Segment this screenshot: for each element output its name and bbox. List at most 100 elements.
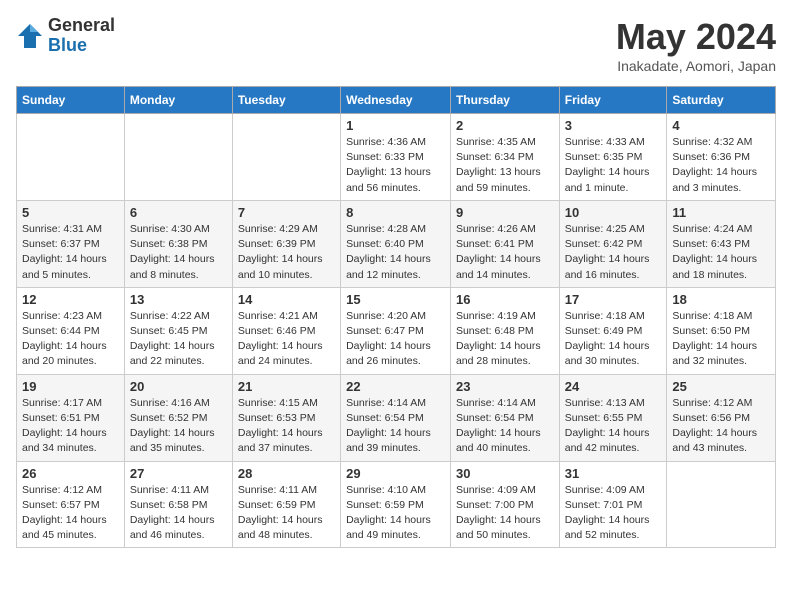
day-info: Sunrise: 4:36 AMSunset: 6:33 PMDaylight:… [346, 135, 445, 196]
day-info: Sunrise: 4:14 AMSunset: 6:54 PMDaylight:… [456, 396, 554, 457]
day-info: Sunrise: 4:30 AMSunset: 6:38 PMDaylight:… [130, 222, 227, 283]
day-number: 6 [130, 205, 227, 220]
day-number: 28 [238, 466, 335, 481]
day-number: 7 [238, 205, 335, 220]
day-info: Sunrise: 4:11 AMSunset: 6:59 PMDaylight:… [238, 483, 335, 544]
day-info: Sunrise: 4:31 AMSunset: 6:37 PMDaylight:… [22, 222, 119, 283]
calendar-cell: 12 Sunrise: 4:23 AMSunset: 6:44 PMDayligh… [17, 287, 125, 374]
calendar-cell: 11Sunrise: 4:24 AMSunset: 6:43 PMDayligh… [667, 200, 776, 287]
day-number: 18 [672, 292, 770, 307]
day-info: Sunrise: 4:21 AMSunset: 6:46 PMDaylight:… [238, 309, 335, 370]
calendar-cell [124, 114, 232, 201]
day-info: Sunrise: 4:13 AMSunset: 6:55 PMDaylight:… [565, 396, 662, 457]
weekday-header: Wednesday [341, 87, 451, 114]
weekday-header: Thursday [450, 87, 559, 114]
page-header: General Blue May 2024 Inakadate, Aomori,… [16, 16, 776, 74]
day-number: 29 [346, 466, 445, 481]
calendar-cell: 22 Sunrise: 4:14 AMSunset: 6:54 PMDayligh… [341, 374, 451, 461]
day-info: Sunrise: 4:18 AMSunset: 6:50 PMDaylight:… [672, 309, 770, 370]
calendar-cell: 19Sunrise: 4:17 AMSunset: 6:51 PMDayligh… [17, 374, 125, 461]
day-info: Sunrise: 4:09 AMSunset: 7:00 PMDaylight:… [456, 483, 554, 544]
day-info: Sunrise: 4:14 AMSunset: 6:54 PMDaylight:… [346, 396, 445, 457]
day-number: 26 [22, 466, 119, 481]
calendar-cell: 24Sunrise: 4:13 AMSunset: 6:55 PMDayligh… [559, 374, 667, 461]
day-info: Sunrise: 4:22 AMSunset: 6:45 PMDaylight:… [130, 309, 227, 370]
day-info: Sunrise: 4:10 AMSunset: 6:59 PMDaylight:… [346, 483, 445, 544]
day-number: 16 [456, 292, 554, 307]
calendar-week-row: 12 Sunrise: 4:23 AMSunset: 6:44 PMDayligh… [17, 287, 776, 374]
day-info: Sunrise: 4:35 AMSunset: 6:34 PMDaylight:… [456, 135, 554, 196]
day-number: 12 [22, 292, 119, 307]
calendar-cell: 29 Sunrise: 4:10 AMSunset: 6:59 PMDayligh… [341, 461, 451, 548]
day-info: Sunrise: 4:12 AMSunset: 6:56 PMDaylight:… [672, 396, 770, 457]
month-title: May 2024 [616, 16, 776, 58]
day-info: Sunrise: 4:33 AMSunset: 6:35 PMDaylight:… [565, 135, 662, 196]
calendar-cell: 26 Sunrise: 4:12 AMSunset: 6:57 PMDayligh… [17, 461, 125, 548]
day-number: 17 [565, 292, 662, 307]
day-number: 22 [346, 379, 445, 394]
weekday-header: Friday [559, 87, 667, 114]
calendar-cell: 21Sunrise: 4:15 AMSunset: 6:53 PMDayligh… [232, 374, 340, 461]
day-info: Sunrise: 4:11 AMSunset: 6:58 PMDaylight:… [130, 483, 227, 544]
day-info: Sunrise: 4:28 AMSunset: 6:40 PMDaylight:… [346, 222, 445, 283]
day-info: Sunrise: 4:24 AMSunset: 6:43 PMDaylight:… [672, 222, 770, 283]
day-info: Sunrise: 4:16 AMSunset: 6:52 PMDaylight:… [130, 396, 227, 457]
calendar-cell: 1 Sunrise: 4:36 AMSunset: 6:33 PMDaylight… [341, 114, 451, 201]
day-number: 3 [565, 118, 662, 133]
calendar-cell: 28 Sunrise: 4:11 AMSunset: 6:59 PMDayligh… [232, 461, 340, 548]
day-info: Sunrise: 4:25 AMSunset: 6:42 PMDaylight:… [565, 222, 662, 283]
calendar-table: SundayMondayTuesdayWednesdayThursdayFrid… [16, 86, 776, 548]
calendar-cell: 14 Sunrise: 4:21 AMSunset: 6:46 PMDayligh… [232, 287, 340, 374]
weekday-header: Saturday [667, 87, 776, 114]
calendar-cell: 6 Sunrise: 4:30 AMSunset: 6:38 PMDaylight… [124, 200, 232, 287]
calendar-cell: 2 Sunrise: 4:35 AMSunset: 6:34 PMDaylight… [450, 114, 559, 201]
weekday-header: Sunday [17, 87, 125, 114]
calendar-week-row: 19Sunrise: 4:17 AMSunset: 6:51 PMDayligh… [17, 374, 776, 461]
day-info: Sunrise: 4:18 AMSunset: 6:49 PMDaylight:… [565, 309, 662, 370]
location-text: Inakadate, Aomori, Japan [616, 58, 776, 74]
calendar-cell [232, 114, 340, 201]
calendar-week-row: 26 Sunrise: 4:12 AMSunset: 6:57 PMDayligh… [17, 461, 776, 548]
day-number: 31 [565, 466, 662, 481]
calendar-cell: 7 Sunrise: 4:29 AMSunset: 6:39 PMDaylight… [232, 200, 340, 287]
calendar-cell: 27 Sunrise: 4:11 AMSunset: 6:58 PMDayligh… [124, 461, 232, 548]
weekday-header: Monday [124, 87, 232, 114]
day-info: Sunrise: 4:26 AMSunset: 6:41 PMDaylight:… [456, 222, 554, 283]
day-number: 8 [346, 205, 445, 220]
calendar-cell: 5 Sunrise: 4:31 AMSunset: 6:37 PMDaylight… [17, 200, 125, 287]
day-number: 2 [456, 118, 554, 133]
calendar-cell [17, 114, 125, 201]
calendar-cell: 15Sunrise: 4:20 AMSunset: 6:47 PMDayligh… [341, 287, 451, 374]
logo-general-text: General [48, 16, 115, 36]
calendar-cell: 18 Sunrise: 4:18 AMSunset: 6:50 PMDayligh… [667, 287, 776, 374]
calendar-cell: 20 Sunrise: 4:16 AMSunset: 6:52 PMDayligh… [124, 374, 232, 461]
calendar-cell: 31 Sunrise: 4:09 AMSunset: 7:01 PMDayligh… [559, 461, 667, 548]
day-info: Sunrise: 4:29 AMSunset: 6:39 PMDaylight:… [238, 222, 335, 283]
logo-blue-text: Blue [48, 36, 115, 56]
calendar-cell: 23 Sunrise: 4:14 AMSunset: 6:54 PMDayligh… [450, 374, 559, 461]
weekday-header: Tuesday [232, 87, 340, 114]
day-number: 14 [238, 292, 335, 307]
day-info: Sunrise: 4:23 AMSunset: 6:44 PMDaylight:… [22, 309, 119, 370]
title-block: May 2024 Inakadate, Aomori, Japan [616, 16, 776, 74]
day-number: 23 [456, 379, 554, 394]
day-number: 30 [456, 466, 554, 481]
day-info: Sunrise: 4:19 AMSunset: 6:48 PMDaylight:… [456, 309, 554, 370]
day-number: 5 [22, 205, 119, 220]
day-number: 27 [130, 466, 227, 481]
calendar-cell: 30 Sunrise: 4:09 AMSunset: 7:00 PMDayligh… [450, 461, 559, 548]
day-info: Sunrise: 4:09 AMSunset: 7:01 PMDaylight:… [565, 483, 662, 544]
day-number: 9 [456, 205, 554, 220]
day-number: 20 [130, 379, 227, 394]
calendar-cell: 25 Sunrise: 4:12 AMSunset: 6:56 PMDayligh… [667, 374, 776, 461]
calendar-cell: 3 Sunrise: 4:33 AMSunset: 6:35 PMDaylight… [559, 114, 667, 201]
day-number: 1 [346, 118, 445, 133]
calendar-cell: 10Sunrise: 4:25 AMSunset: 6:42 PMDayligh… [559, 200, 667, 287]
day-info: Sunrise: 4:12 AMSunset: 6:57 PMDaylight:… [22, 483, 119, 544]
calendar-cell: 17 Sunrise: 4:18 AMSunset: 6:49 PMDayligh… [559, 287, 667, 374]
day-number: 25 [672, 379, 770, 394]
day-info: Sunrise: 4:32 AMSunset: 6:36 PMDaylight:… [672, 135, 770, 196]
calendar-cell: 9 Sunrise: 4:26 AMSunset: 6:41 PMDaylight… [450, 200, 559, 287]
logo-icon [16, 22, 44, 50]
day-number: 4 [672, 118, 770, 133]
